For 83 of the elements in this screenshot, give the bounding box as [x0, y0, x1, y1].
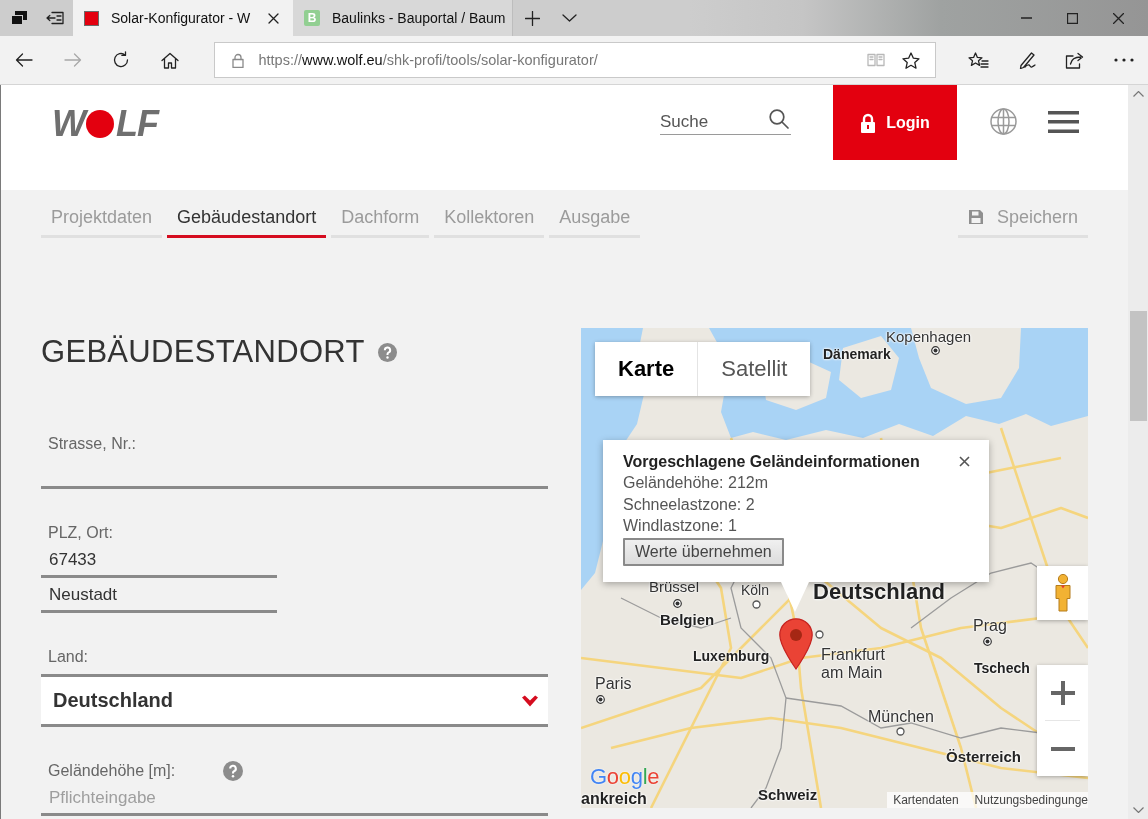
home-icon[interactable]: [160, 51, 179, 69]
scrollbar-thumb[interactable]: [1129, 311, 1147, 421]
city-dot-icon: [673, 599, 682, 608]
lock-icon: [231, 52, 244, 68]
search-field[interactable]: Suche: [660, 109, 791, 135]
save-icon: [967, 209, 984, 225]
share-icon[interactable]: [1065, 51, 1086, 69]
map-label: Frankfurt am Main: [821, 646, 886, 683]
close-icon[interactable]: [959, 456, 970, 467]
person-icon: [1052, 574, 1073, 612]
map-label: Brüssel: [649, 578, 700, 596]
refresh-icon[interactable]: [112, 51, 131, 69]
input-field[interactable]: 67433: [41, 543, 277, 578]
city-ring-icon: [896, 727, 905, 736]
map-label: Belgien: [660, 611, 715, 629]
step-tab[interactable]: Gebäudestandort: [167, 203, 327, 238]
windows-icon[interactable]: [10, 11, 27, 25]
map-label: ankreich: [581, 790, 647, 808]
address-bar[interactable]: https://www.wolf.eu/shk-profi/tools/solar-konfigurator/: [213, 42, 936, 78]
field-label: Strasse, Nr.:: [48, 434, 137, 454]
back-icon[interactable]: [15, 53, 34, 67]
info-line: Windlastzone: 1: [623, 516, 737, 536]
favicon: B: [304, 10, 320, 26]
zoom-out-button[interactable]: [1037, 721, 1088, 776]
map-label: München: [868, 708, 934, 727]
browser-tab[interactable]: B Baulinks - Bauportal / Baum: [293, 0, 513, 36]
star-list-icon[interactable]: [967, 51, 989, 69]
map-type-tab[interactable]: Karte: [595, 342, 698, 396]
chevron-up-icon[interactable]: [1132, 91, 1144, 97]
map-type-tab[interactable]: Satellit: [697, 342, 811, 396]
input-field[interactable]: Neustadt: [41, 578, 277, 613]
plus-icon: [1050, 680, 1075, 705]
menu-icon[interactable]: [1048, 111, 1079, 133]
lock-icon: [860, 112, 877, 133]
more-icon[interactable]: [1113, 58, 1134, 62]
minimize-icon[interactable]: [1020, 17, 1032, 19]
map-label: Tschech: [974, 660, 1030, 677]
pegman-button[interactable]: [1037, 566, 1088, 620]
map-label: Kopenhagen: [886, 328, 972, 346]
help-icon[interactable]: [223, 761, 244, 781]
info-line: Schneelastzone: 2: [623, 494, 755, 515]
chevron-down-icon[interactable]: [561, 14, 577, 22]
tabs-aside-icon[interactable]: [46, 11, 64, 25]
browser-tab[interactable]: Solar-Konfigurator - W: [73, 0, 293, 36]
city-ring-icon: [752, 600, 761, 609]
map-label: Schweiz: [758, 786, 818, 804]
dropdown[interactable]: Deutschland: [41, 674, 548, 727]
square-icon: [84, 10, 99, 26]
logo[interactable]: W LF: [52, 108, 158, 140]
chevron-down-icon: [522, 694, 538, 707]
map-label: Österreich: [946, 748, 1022, 766]
search-icon[interactable]: [769, 109, 789, 129]
field-label: PLZ, Ort:: [48, 523, 113, 543]
map-label: Prag: [973, 617, 1007, 636]
url-text: https://www.wolf.eu/shk-profi/tools/solar-konfigurator/: [258, 52, 598, 68]
minus-icon: [1050, 746, 1075, 751]
map-data-link[interactable]: Kartendaten: [893, 792, 959, 808]
login-button[interactable]: Login: [833, 85, 957, 160]
map-label: Deutschland: [813, 579, 946, 605]
info-line: Geländehöhe: 212m: [623, 473, 768, 493]
city-dot-icon: [931, 346, 940, 355]
close-icon[interactable]: [268, 12, 279, 24]
apply-values-button[interactable]: Werte übernehmen: [623, 537, 784, 566]
map-label: Köln: [741, 582, 770, 599]
star-icon[interactable]: [901, 51, 920, 69]
city-dot-icon: [983, 637, 992, 646]
map-label: Dänemark: [823, 346, 891, 363]
terms-link[interactable]: Nutzungsbedingunge: [974, 792, 1088, 808]
zoom-in-button[interactable]: [1037, 665, 1088, 720]
map-label: Paris: [595, 675, 632, 694]
plus-icon[interactable]: [524, 10, 540, 26]
help-icon[interactable]: [377, 342, 397, 362]
google-logo: Google: [590, 766, 660, 788]
city-dot-icon: [596, 695, 605, 704]
map-label: Luxemburg: [693, 648, 770, 665]
field-label: Geländehöhe [m]:: [48, 761, 176, 781]
field-label: Land:: [48, 647, 89, 667]
map-pin-icon[interactable]: [779, 618, 813, 670]
page-heading: GEBÄUDESTANDORT: [41, 333, 365, 371]
city-ring-icon: [815, 630, 824, 639]
info-title: Vorgeschlagene Geländeinformationen: [623, 452, 920, 472]
globe-icon[interactable]: [990, 108, 1017, 135]
maximize-icon[interactable]: [1066, 12, 1078, 24]
